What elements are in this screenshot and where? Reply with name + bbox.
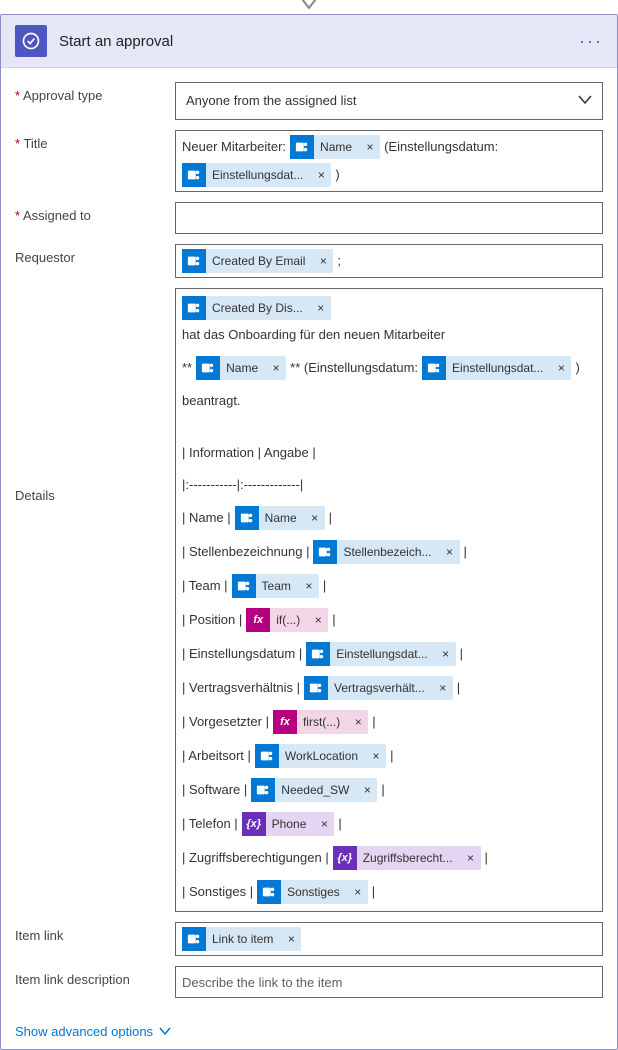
remove-token-icon[interactable]: × [348, 882, 368, 902]
item-link-field[interactable]: Link to item× [175, 922, 603, 956]
sharepoint-icon [257, 880, 281, 904]
token-worklocation[interactable]: WorkLocation× [255, 744, 386, 768]
approvals-icon [15, 25, 47, 57]
sharepoint-icon [182, 927, 206, 951]
token-expression-first[interactable]: fxfirst(...)× [273, 710, 368, 734]
sharepoint-icon [232, 574, 256, 598]
token-created-by-email[interactable]: Created By Email× [182, 249, 333, 273]
sharepoint-icon [251, 778, 275, 802]
details-label: Details [15, 288, 175, 503]
fx-icon: fx [246, 608, 270, 632]
sharepoint-icon [196, 356, 220, 380]
remove-token-icon[interactable]: × [461, 848, 481, 868]
remove-token-icon[interactable]: × [436, 644, 456, 664]
sharepoint-icon [182, 296, 206, 320]
token-team[interactable]: Team× [232, 574, 319, 598]
remove-token-icon[interactable]: × [360, 137, 380, 157]
approval-type-label: * Approval type [15, 82, 175, 103]
remove-token-icon[interactable]: × [440, 542, 460, 562]
approval-type-value: Anyone from the assigned list [186, 90, 357, 112]
details-field[interactable]: Created By Dis...× hat das Onboarding fü… [175, 288, 603, 912]
token-einstellungsdatum[interactable]: Einstellungsdat...× [422, 356, 571, 380]
token-name[interactable]: Name× [196, 356, 286, 380]
action-card: Start an approval ··· * Approval type An… [0, 14, 618, 1050]
token-einstellungsdatum[interactable]: Einstellungsdat...× [306, 642, 455, 666]
flow-arrow-down [0, 0, 618, 14]
requestor-field[interactable]: Created By Email× ; [175, 244, 603, 278]
card-menu-button[interactable]: ··· [579, 31, 603, 52]
remove-token-icon[interactable]: × [433, 678, 453, 698]
remove-token-icon[interactable]: × [305, 508, 325, 528]
sharepoint-icon [182, 163, 206, 187]
item-link-desc-label: Item link description [15, 966, 175, 987]
title-field[interactable]: Neuer Mitarbeiter: Name× (Einstellungsda… [175, 130, 603, 192]
token-vertragsverhaeltnis[interactable]: Vertragsverhält...× [304, 676, 453, 700]
token-needed-sw[interactable]: Needed_SW× [251, 778, 377, 802]
remove-token-icon[interactable]: × [348, 712, 368, 732]
remove-token-icon[interactable]: × [366, 746, 386, 766]
requestor-label: Requestor [15, 244, 175, 265]
token-variable-zugriff[interactable]: {x}Zugriffsberecht...× [333, 846, 481, 870]
token-stellenbezeichnung[interactable]: Stellenbezeich...× [313, 540, 459, 564]
token-name[interactable]: Name× [235, 506, 325, 530]
assigned-to-field[interactable] [175, 202, 603, 234]
remove-token-icon[interactable]: × [308, 610, 328, 630]
remove-token-icon[interactable]: × [551, 358, 571, 378]
remove-token-icon[interactable]: × [311, 165, 331, 185]
remove-token-icon[interactable]: × [281, 929, 301, 949]
sharepoint-icon [290, 135, 314, 159]
sharepoint-icon [306, 642, 330, 666]
remove-token-icon[interactable]: × [311, 298, 331, 318]
show-advanced-options-toggle[interactable]: Show advanced options [1, 1018, 617, 1049]
assigned-to-label: * Assigned to [15, 202, 175, 223]
item-link-label: Item link [15, 922, 175, 943]
variable-icon: {x} [333, 846, 357, 870]
fx-icon: fx [273, 710, 297, 734]
card-title: Start an approval [59, 33, 579, 50]
remove-token-icon[interactable]: × [314, 814, 334, 834]
approval-type-select[interactable]: Anyone from the assigned list [175, 82, 603, 120]
sharepoint-icon [255, 744, 279, 768]
sharepoint-icon [235, 506, 259, 530]
remove-token-icon[interactable]: × [299, 576, 319, 596]
chevron-down-icon [578, 89, 592, 113]
remove-token-icon[interactable]: × [357, 780, 377, 800]
sharepoint-icon [422, 356, 446, 380]
chevron-down-icon [159, 1025, 171, 1039]
sharepoint-icon [182, 249, 206, 273]
token-link-to-item[interactable]: Link to item× [182, 927, 301, 951]
sharepoint-icon [304, 676, 328, 700]
title-label: * Title [15, 130, 175, 151]
token-sonstiges[interactable]: Sonstiges× [257, 880, 368, 904]
token-expression-if[interactable]: fxif(...)× [246, 608, 328, 632]
remove-token-icon[interactable]: × [313, 251, 333, 271]
card-header[interactable]: Start an approval ··· [1, 15, 617, 68]
token-variable-phone[interactable]: {x}Phone× [242, 812, 335, 836]
token-einstellungsdatum[interactable]: Einstellungsdat...× [182, 163, 331, 187]
token-created-by-display[interactable]: Created By Dis...× [182, 296, 331, 320]
token-name[interactable]: Name× [290, 135, 380, 159]
item-link-desc-field[interactable] [175, 966, 603, 998]
sharepoint-icon [313, 540, 337, 564]
item-link-desc-input[interactable] [182, 971, 596, 993]
remove-token-icon[interactable]: × [266, 358, 286, 378]
variable-icon: {x} [242, 812, 266, 836]
